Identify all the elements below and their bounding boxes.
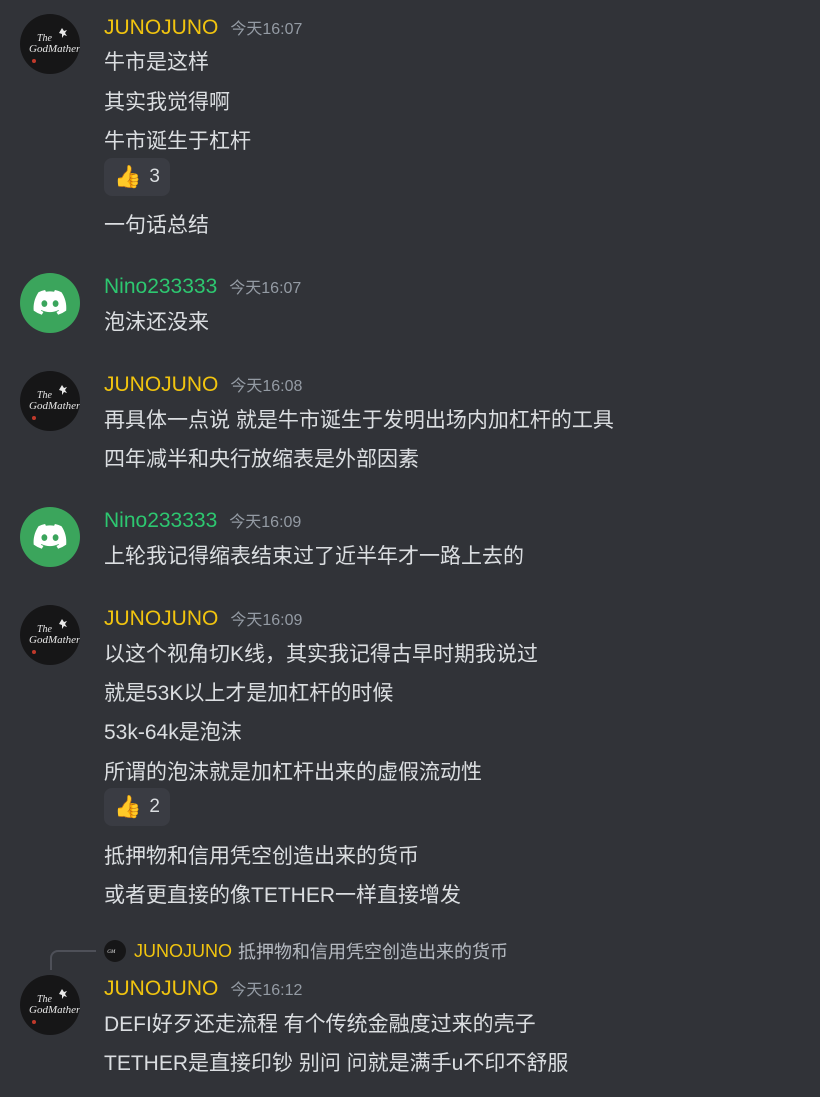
discord-logo-icon [33, 524, 67, 549]
username[interactable]: JUNOJUNO [104, 977, 218, 1001]
message-text: 泡沫还没来 [104, 311, 209, 334]
username[interactable]: Nino233333 [104, 509, 217, 533]
svg-text:GodMather: GodMather [29, 634, 80, 646]
godfather-avatar-icon: GM [107, 949, 116, 955]
reply-connector [50, 950, 96, 970]
user-avatar[interactable] [20, 507, 80, 567]
reply-author[interactable]: JUNOJUNO [134, 941, 232, 962]
timestamp: 今天16:07 [229, 280, 302, 297]
timestamp: 今天16:08 [230, 378, 303, 395]
message-text: DEFI好歹还走流程 有个传统金融度过来的壳子 [104, 1013, 536, 1036]
reaction-count: 2 [149, 796, 160, 817]
discord-logo-icon [33, 290, 67, 315]
reply-avatar: GM [104, 940, 126, 962]
username[interactable]: JUNOJUNO [104, 16, 218, 40]
message-text: 以这个视角切K线，其实我记得古早时期我说过 [104, 643, 539, 666]
message-text: 所谓的泡沫就是加杠杆出来的虚假流动性 [104, 761, 482, 784]
message-header: JUNOJUNO 今天16:12 [104, 976, 302, 1001]
message-text: 或者更直接的像TETHER一样直接增发 [104, 884, 461, 907]
godfather-avatar-icon: The GodMather [29, 619, 80, 654]
timestamp: 今天16:12 [230, 982, 303, 999]
message-header: JUNOJUNO 今天16:09 [104, 606, 302, 631]
timestamp: 今天16:09 [230, 612, 303, 629]
godfather-avatar-icon: The GodMather [29, 28, 80, 63]
message-header: Nino233333 今天16:09 [104, 508, 301, 533]
svg-text:GodMather: GodMather [29, 43, 80, 55]
message-text: 牛市是这样 [104, 51, 209, 74]
reaction-button[interactable]: 👍 3 [104, 158, 170, 196]
timestamp: 今天16:07 [230, 21, 303, 38]
svg-text:GodMather: GodMather [29, 400, 80, 412]
username[interactable]: Nino233333 [104, 275, 217, 299]
message-text: TETHER是直接印钞 别问 问就是满手u不印不舒服 [104, 1052, 569, 1075]
message-text: 53k-64k是泡沫 [104, 721, 242, 744]
reaction-button[interactable]: 👍 2 [104, 788, 170, 826]
timestamp: 今天16:09 [229, 514, 302, 531]
user-avatar[interactable] [20, 273, 80, 333]
user-avatar[interactable]: The GodMather [20, 14, 80, 74]
message-text: 牛市诞生于杠杆 [104, 130, 251, 153]
username[interactable]: JUNOJUNO [104, 373, 218, 397]
svg-text:GodMather: GodMather [29, 1004, 80, 1016]
godfather-avatar-icon: The GodMather [29, 989, 80, 1024]
message-header: JUNOJUNO 今天16:08 [104, 372, 302, 397]
message-header: JUNOJUNO 今天16:07 [104, 15, 302, 40]
thumbs-up-icon: 👍 [114, 794, 142, 819]
reply-reference[interactable]: GM JUNOJUNO 抵押物和信用凭空创造出来的货币 [104, 938, 508, 964]
reaction-count: 3 [149, 166, 160, 187]
message-text: 再具体一点说 就是牛市诞生于发明出场内加杠杆的工具 [104, 409, 614, 432]
username[interactable]: JUNOJUNO [104, 607, 218, 631]
message-header: Nino233333 今天16:07 [104, 274, 301, 299]
godfather-avatar-icon: The GodMather [29, 385, 80, 420]
message-text: 其实我觉得啊 [104, 91, 230, 114]
user-avatar[interactable]: The GodMather [20, 371, 80, 431]
message-text: 上轮我记得缩表结束过了近半年才一路上去的 [104, 545, 524, 568]
reply-preview[interactable]: 抵押物和信用凭空创造出来的货币 [238, 938, 508, 964]
message-text: 抵押物和信用凭空创造出来的货币 [104, 845, 419, 868]
svg-text:GM: GM [107, 949, 116, 955]
thumbs-up-icon: 👍 [114, 164, 142, 189]
user-avatar[interactable]: The GodMather [20, 975, 80, 1035]
message-text: 四年减半和央行放缩表是外部因素 [104, 448, 419, 471]
message-text: 就是53K以上才是加杠杆的时候 [104, 682, 394, 705]
message-text: 一句话总结 [104, 214, 209, 237]
user-avatar[interactable]: The GodMather [20, 605, 80, 665]
